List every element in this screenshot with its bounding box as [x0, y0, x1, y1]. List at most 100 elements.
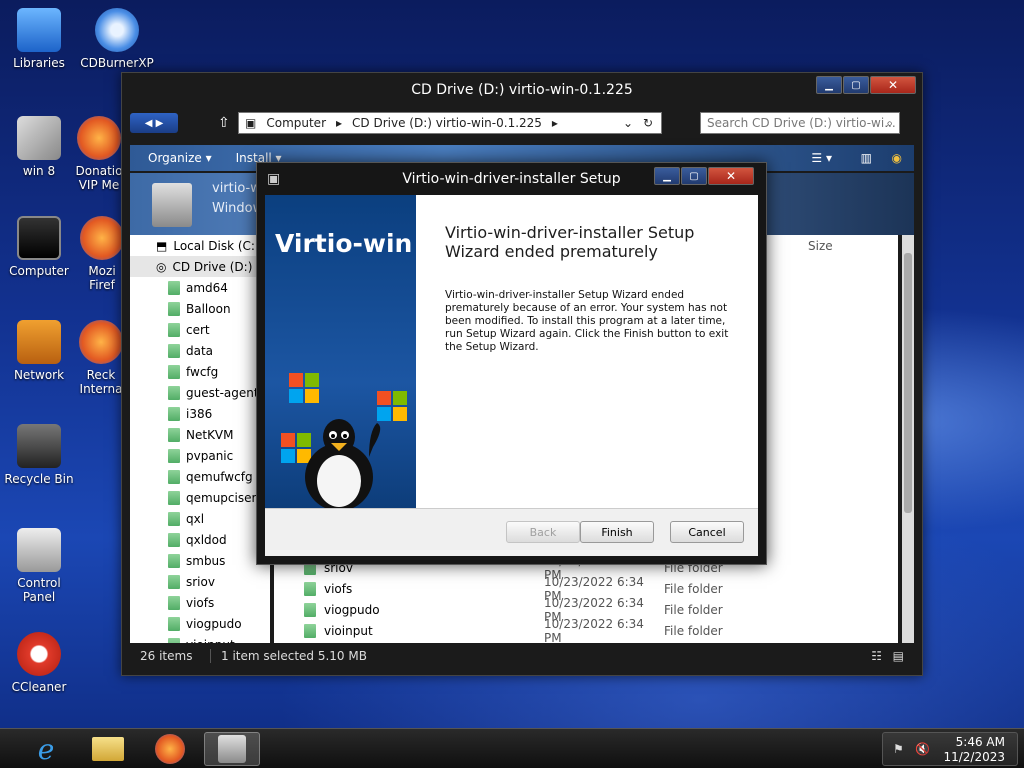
close-button[interactable]: ✕ — [870, 76, 916, 94]
address-dropdown-icon[interactable]: ⌄ — [623, 116, 633, 130]
search-input[interactable]: Search CD Drive (D:) virtio-wi... ⌕ — [700, 112, 900, 134]
nav-folder-item[interactable]: qemupciseri — [130, 487, 270, 508]
nav-item-label: Balloon — [186, 301, 231, 316]
dialog-title: Virtio-win-driver-installer Setup — [402, 171, 621, 187]
desktop-icon-label: Mozi Firef — [88, 264, 116, 292]
address-row: ◀ ▶ ⇧ ▣ Computer ▸ CD Drive (D:) virtio-… — [130, 111, 914, 135]
nav-folder-item[interactable]: fwcfg — [130, 361, 270, 382]
organize-label: Organize — [148, 151, 202, 165]
nav-folder-list: amd64 Balloon cert data fwcfg guest-agent i386… — [130, 277, 270, 643]
nav-folder-item[interactable]: vioinput — [130, 634, 270, 643]
nav-folder-item[interactable]: viofs — [130, 592, 270, 613]
nav-folder-item[interactable]: qxldod — [130, 529, 270, 550]
dialog-minimize-button[interactable]: ▁ — [654, 167, 680, 185]
nav-folder-item[interactable]: NetKVM — [130, 424, 270, 445]
address-bar[interactable]: ▣ Computer ▸ CD Drive (D:) virtio-win-0.… — [238, 112, 662, 134]
nav-item-label: NetKVM — [186, 427, 234, 442]
back-button[interactable]: Back — [506, 521, 580, 543]
folder-icon — [168, 322, 180, 337]
scrollbar-thumb[interactable] — [904, 253, 912, 513]
nav-item-label: qxldod — [186, 532, 227, 547]
clock[interactable]: 5:46 AM 11/2/2023 — [943, 735, 1005, 765]
volume-muted-icon[interactable]: 🔇 — [915, 742, 930, 756]
details-view-icon[interactable]: ☷ — [871, 649, 882, 663]
desktop-icon-control-panel[interactable]: Control Panel — [0, 528, 78, 604]
nav-item-label: sriov — [186, 574, 215, 589]
selection-info: 1 item selected 5.10 MB — [210, 649, 367, 663]
help-icon[interactable]: ◉ — [892, 151, 902, 165]
control-panel-icon — [17, 528, 61, 572]
dialog-titlebar[interactable]: ▣ Virtio-win-driver-installer Setup ▁ ▢ … — [257, 163, 766, 195]
taskbar-installer-button[interactable] — [204, 732, 260, 766]
setup-dialog: ▣ Virtio-win-driver-installer Setup ▁ ▢ … — [256, 162, 767, 565]
desktop-icon-donation[interactable]: Donatio VIP Me — [74, 116, 124, 192]
nav-item-label: Local Disk (C:) — [173, 238, 260, 253]
desktop-icon-libraries[interactable]: Libraries — [0, 8, 78, 70]
folder-icon — [168, 301, 180, 316]
nav-folder-item[interactable]: cert — [130, 319, 270, 340]
taskbar-firefox-button[interactable] — [142, 732, 198, 766]
vertical-scrollbar[interactable] — [902, 235, 914, 643]
nav-item-label: amd64 — [186, 280, 228, 295]
nav-cd-drive[interactable]: ◎ CD Drive (D:) v — [130, 256, 270, 277]
desktop-icon-firefox[interactable]: Mozi Firef — [80, 216, 124, 292]
file-type: File folder — [664, 602, 723, 617]
breadcrumb-computer[interactable]: Computer — [266, 116, 326, 130]
firefox-icon — [155, 734, 185, 764]
window-title: CD Drive (D:) virtio-win-0.1.225 — [411, 82, 633, 98]
folder-icon — [168, 490, 180, 505]
desktop-icon-recycle-bin[interactable]: Recycle Bin — [0, 424, 78, 486]
folder-icon — [304, 623, 316, 638]
network-warning-icon[interactable]: ⚑ — [893, 742, 904, 756]
nav-folder-item[interactable]: qxl — [130, 508, 270, 529]
nav-folder-item[interactable]: guest-agent — [130, 382, 270, 403]
nav-local-disk[interactable]: ⬒ Local Disk (C:) — [130, 235, 270, 256]
nav-folder-item[interactable]: amd64 — [130, 277, 270, 298]
breadcrumb-cd-drive[interactable]: CD Drive (D:) virtio-win-0.1.225 — [352, 116, 542, 130]
dialog-window-controls: ▁ ▢ ✕ — [654, 167, 754, 185]
breadcrumb-separator-icon: ▸ — [336, 116, 343, 130]
cancel-button[interactable]: Cancel — [670, 521, 744, 543]
folder-icon — [168, 343, 180, 358]
minimize-button[interactable]: ▁ — [816, 76, 842, 94]
nav-folder-item[interactable]: qemufwcfg — [130, 466, 270, 487]
dialog-close-button[interactable]: ✕ — [708, 167, 754, 185]
desktop-icon-win8[interactable]: win 8 — [0, 116, 78, 178]
back-forward-buttons[interactable]: ◀ ▶ — [130, 113, 178, 133]
desktop-icon-label: Reck Interna — [79, 368, 123, 396]
refresh-icon[interactable]: ↻ — [643, 116, 653, 130]
nav-folder-item[interactable]: sriov — [130, 571, 270, 592]
preview-pane-icon[interactable]: ▥ — [861, 151, 872, 165]
nav-folder-item[interactable]: data — [130, 340, 270, 361]
nav-folder-item[interactable]: i386 — [130, 403, 270, 424]
desktop-icon-recommend[interactable]: Reck Interna — [78, 320, 124, 396]
desktop-icon-label: Libraries — [13, 56, 65, 70]
system-tray: ⚑ 🔇 5:46 AM 11/2/2023 — [882, 732, 1018, 766]
nav-folder-item[interactable]: Balloon — [130, 298, 270, 319]
file-row[interactable]: vioinput 10/23/2022 6:34 PM File folder — [304, 617, 864, 645]
taskbar-ie-button[interactable]: e — [18, 732, 74, 766]
desktop-icon-ccleaner[interactable]: CCleaner — [0, 632, 78, 694]
maximize-button[interactable]: ▢ — [843, 76, 869, 94]
view-options-icon[interactable]: ☰ ▾ — [811, 151, 832, 165]
desktop-icon-cdburnerxp[interactable]: CDBurnerXP — [78, 8, 156, 70]
folder-icon — [168, 553, 180, 568]
large-icons-view-icon[interactable]: ▤ — [893, 649, 904, 663]
organize-button[interactable]: Organize ▾ — [148, 151, 212, 165]
nav-folder-item[interactable]: viogpudo — [130, 613, 270, 634]
nav-folder-item[interactable]: smbus — [130, 550, 270, 571]
nav-item-label: viofs — [186, 595, 215, 610]
ccleaner-icon — [17, 632, 61, 676]
desktop-icon-network[interactable]: Network — [0, 320, 78, 382]
finish-button[interactable]: Finish — [580, 521, 654, 543]
folder-icon — [304, 602, 316, 617]
up-arrow-icon[interactable]: ⇧ — [218, 115, 230, 131]
nav-folder-item[interactable]: pvpanic — [130, 445, 270, 466]
installer-icon — [218, 735, 246, 763]
column-header-size[interactable]: Size — [808, 239, 833, 253]
explorer-titlebar[interactable]: CD Drive (D:) virtio-win-0.1.225 ▁ ▢ ✕ — [122, 73, 922, 107]
taskbar-explorer-button[interactable] — [80, 732, 136, 766]
dialog-maximize-button[interactable]: ▢ — [681, 167, 707, 185]
desktop-icon-computer[interactable]: Computer — [0, 216, 78, 278]
drive-icon: ▣ — [245, 116, 257, 130]
